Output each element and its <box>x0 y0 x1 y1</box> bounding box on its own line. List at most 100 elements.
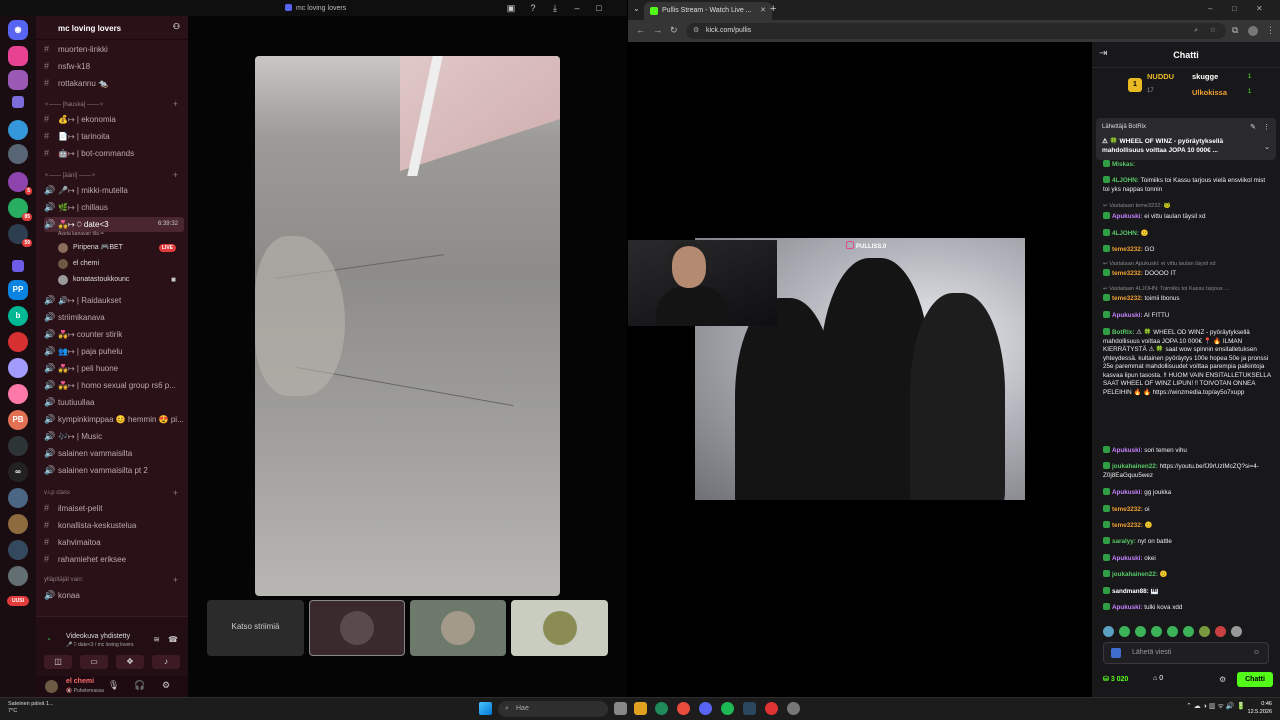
category-header[interactable]: v.i.p class + <box>44 488 184 500</box>
emote-icon[interactable] <box>1215 626 1226 637</box>
chat-username[interactable]: BotRix: <box>1112 329 1134 336</box>
chat-username[interactable]: Apukuski: <box>1112 312 1142 319</box>
server-icon[interactable]: PP <box>8 280 28 300</box>
emoji-icon[interactable]: ☺ <box>1253 643 1260 663</box>
voice-channel-item[interactable]: 🔊 💑↦ | peli huone <box>44 361 184 376</box>
chat-username[interactable]: teme3232: <box>1112 522 1143 529</box>
spotify-icon[interactable] <box>721 702 734 715</box>
server-icon[interactable] <box>8 144 28 164</box>
chat-username[interactable]: teme3232: <box>1112 506 1143 513</box>
server-icon[interactable] <box>8 436 28 456</box>
headphones-icon[interactable]: 🎧 <box>134 680 145 691</box>
server-icon[interactable] <box>8 566 28 586</box>
voice-channel-item[interactable]: 🔊 konaa <box>44 588 184 603</box>
avatar[interactable] <box>45 680 58 693</box>
channel-item[interactable]: # nsfw-k18 <box>44 59 184 74</box>
server-icon[interactable] <box>8 332 28 352</box>
add-channel-icon[interactable]: + <box>173 99 178 109</box>
discord-icon[interactable] <box>699 702 712 715</box>
chat-username[interactable]: sandman88: <box>1112 588 1149 595</box>
emote-icon[interactable] <box>1167 626 1178 637</box>
profile-avatar[interactable] <box>1248 26 1258 36</box>
emote-icon[interactable] <box>1199 626 1210 637</box>
download-icon[interactable]: ⤓ <box>544 3 566 14</box>
voice-channel-item[interactable]: 🔊 salainen vammaisilta pt 2 <box>44 463 184 478</box>
channel-item[interactable]: # 🤖↦ | bot-commands <box>44 146 184 161</box>
inbox-icon[interactable]: ▣ <box>500 3 522 14</box>
chevron-down-icon[interactable]: ⌄ <box>1264 143 1270 151</box>
voice-channel-item[interactable]: 🔊 striimikanava <box>44 310 184 325</box>
reload-icon[interactable]: ↻ <box>670 25 678 36</box>
chat-username[interactable]: Apukuski: <box>1112 604 1142 611</box>
help-icon[interactable]: ? <box>522 3 544 13</box>
server-icon[interactable]: 59 <box>8 224 32 247</box>
chat-username[interactable]: 4LJOHN: <box>1112 177 1139 184</box>
server-icon[interactable] <box>8 488 28 508</box>
add-channel-icon[interactable]: + <box>173 488 178 498</box>
participant-tile[interactable] <box>309 600 405 656</box>
microphone-icon[interactable]: 🎙 <box>108 680 119 691</box>
emote-icon[interactable] <box>1183 626 1194 637</box>
channel-item[interactable]: # rahamiehet eriksee <box>44 552 184 567</box>
signal-icon[interactable]: ◔ <box>46 635 51 644</box>
server-icon[interactable] <box>8 358 28 378</box>
server-icon[interactable] <box>8 120 28 140</box>
settings-gear-icon[interactable] <box>787 702 800 715</box>
camera-toggle-icon[interactable]: ◫ <box>44 655 72 669</box>
voice-user[interactable]: el chemi <box>58 257 184 271</box>
server-icon[interactable]: PB <box>8 410 28 430</box>
close-tab-icon[interactable]: ✕ <box>760 2 766 20</box>
chat-username[interactable]: teme3232: <box>1112 295 1143 302</box>
voice-channel-item[interactable]: 🔊 💑↦ counter stirik <box>44 327 184 342</box>
chat-username[interactable]: joukahainen22: <box>1112 463 1158 470</box>
more-options-icon[interactable]: ⋮ <box>1263 123 1270 131</box>
back-icon[interactable]: ← <box>636 25 645 35</box>
minimize-icon[interactable]: – <box>1208 4 1212 13</box>
address-bar[interactable]: ⚙ kick.com/pullis ⌕ ☆ <box>686 23 1226 39</box>
chat-username[interactable]: Miskas: <box>1112 161 1135 168</box>
channel-item[interactable]: # 💰↦ | ekonomia <box>44 112 184 127</box>
category-header[interactable]: ✧—— [ääni] ——✧ + <box>44 170 184 182</box>
start-icon[interactable] <box>479 702 492 715</box>
steam-icon[interactable] <box>743 702 756 715</box>
voice-channel-item[interactable]: 🔊 salainen vammaisilta <box>44 446 184 461</box>
disconnect-icon[interactable]: ☎ <box>168 635 178 644</box>
zoom-icon[interactable]: ⌕ <box>1194 23 1198 39</box>
folder-icon[interactable] <box>12 96 24 108</box>
extensions-icon[interactable]: ⧉ <box>1232 25 1238 36</box>
voice-channel-item[interactable]: 🔊 💑↦ | homo sexual group rs6 p... <box>44 378 184 393</box>
category-header[interactable]: ylläpitäjät vain: + <box>44 575 184 587</box>
chat-username[interactable]: Apukuski: <box>1112 213 1142 220</box>
server-icon[interactable] <box>8 514 28 534</box>
soundboard-icon[interactable]: ♪ <box>152 655 180 669</box>
gift-counter[interactable]: ⌂ 0 <box>1153 675 1163 682</box>
browser-tab[interactable]: Pullis Stream - Watch Live ... ✕ <box>644 2 772 20</box>
file-explorer-icon[interactable] <box>634 702 647 715</box>
server-icon[interactable]: b <box>8 306 28 326</box>
bookmark-star-icon[interactable]: ☆ <box>1210 23 1216 39</box>
voice-channel-path[interactable]: 🎤 ⍥ date<3 / mc loving lovers <box>66 642 133 648</box>
channel-item[interactable]: # muorten-linkki <box>44 42 184 57</box>
voice-channel-item[interactable]: 🔊 🌿↦ | chillaus <box>44 200 184 215</box>
voice-channel-item[interactable]: 🔊 🔊↦ | Raidaukset <box>44 293 184 308</box>
edge-icon[interactable] <box>655 702 668 715</box>
noise-suppression-icon[interactable]: ≋ <box>153 635 160 644</box>
add-member-icon[interactable]: ⚇ <box>173 22 180 31</box>
server-icon[interactable] <box>8 46 28 66</box>
channel-status[interactable]: Aseta kanavan tila ✏ <box>58 231 104 237</box>
clock[interactable]: 0:46 12.5.2026 <box>1242 700 1272 716</box>
chat-input[interactable]: Lähetä viesti ☺ <box>1103 642 1269 664</box>
stream-player[interactable]: PULLISS.0 <box>628 42 1092 697</box>
server-icon[interactable]: 5 <box>8 172 32 195</box>
chat-username[interactable]: saralyy: <box>1112 538 1136 545</box>
channel-item[interactable]: # ilmaiset-pelit <box>44 501 184 516</box>
close-icon[interactable]: ✕ <box>1256 4 1263 13</box>
server-icon[interactable]: ∞ <box>8 462 28 482</box>
add-channel-icon[interactable]: + <box>173 170 178 180</box>
channel-item[interactable]: # kahvimaitoa <box>44 535 184 550</box>
emote-icon[interactable] <box>1119 626 1130 637</box>
server-icon[interactable]: 85 <box>8 198 32 221</box>
guild-header[interactable]: mc loving lovers ⚇ <box>36 16 188 40</box>
chrome-icon[interactable] <box>677 702 690 715</box>
maximize-icon[interactable]: □ <box>1232 4 1237 13</box>
